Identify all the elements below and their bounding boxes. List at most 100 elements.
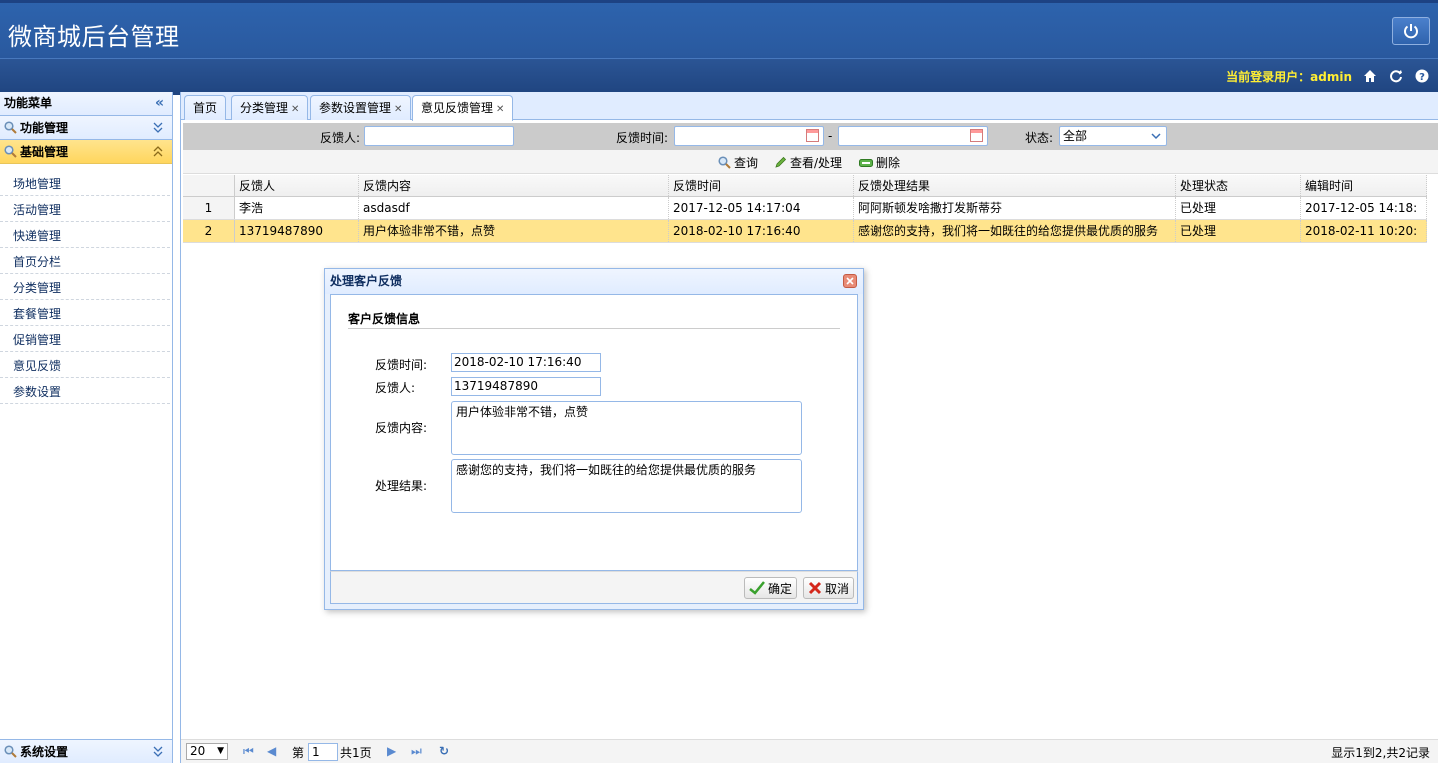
menu-item-promotion[interactable]: 促销管理 xyxy=(0,326,170,352)
refresh-icon[interactable] xyxy=(1388,68,1404,84)
basic-menu-list: 场地管理 活动管理 快递管理 首页分栏 分类管理 套餐管理 促销管理 意见反馈 … xyxy=(0,164,172,404)
app-title: 微商城后台管理 xyxy=(8,23,180,51)
tab-category[interactable]: 分类管理 ✕ xyxy=(231,95,309,120)
delete-button[interactable]: 删除 xyxy=(859,154,900,171)
page-size-value: 20 xyxy=(190,744,206,758)
column-header[interactable]: 反馈处理结果 xyxy=(854,175,1176,196)
cancel-label: 取消 xyxy=(825,581,850,596)
row-number: 1 xyxy=(183,197,235,219)
calendar-icon[interactable] xyxy=(806,129,819,142)
last-page-icon[interactable]: ⏭ xyxy=(411,744,422,759)
prev-page-icon[interactable]: ◀ xyxy=(267,744,276,758)
query-label: 查询 xyxy=(734,156,759,170)
dialog-title: 处理客户反馈 xyxy=(330,274,403,288)
field-label-content: 反馈内容: xyxy=(375,421,428,435)
dialog-title-bar[interactable]: 处理客户反馈 xyxy=(325,269,863,294)
status-label: 状态: xyxy=(1025,131,1054,145)
menu-item-feedback[interactable]: 意见反馈 xyxy=(0,352,170,378)
confirm-label: 确定 xyxy=(768,581,793,596)
menu-item-activity[interactable]: 活动管理 xyxy=(0,196,170,222)
menu-item-venue[interactable]: 场地管理 xyxy=(0,170,170,196)
tab-parameters[interactable]: 参数设置管理 ✕ xyxy=(310,95,412,120)
column-header[interactable]: 反馈人 xyxy=(235,175,359,196)
page-number-input[interactable]: 1 xyxy=(308,743,338,761)
sidebar: 功能菜单 « 功能管理 基础管理 场地管理 活动管理 快递管理 首页分栏 分类管… xyxy=(0,92,173,763)
view-process-button[interactable]: 查看/处理 xyxy=(774,154,842,171)
column-header[interactable]: 反馈内容 xyxy=(359,175,669,196)
time-end-input[interactable] xyxy=(838,126,988,146)
feedback-content-textarea[interactable]: 用户体验非常不错，点赞 xyxy=(451,401,802,455)
process-result-textarea[interactable]: 感谢您的支持，我们将一如既往的给您提供最优质的服务 xyxy=(451,459,802,513)
chevron-double-up-icon[interactable] xyxy=(152,144,164,158)
column-header[interactable]: 编辑时间 xyxy=(1301,175,1427,196)
caret-down-icon: ▼ xyxy=(217,746,224,756)
cell-time: 2017-12-05 14:17:04 xyxy=(669,197,854,219)
feedback-time-field[interactable]: 2018-02-10 17:16:40 xyxy=(451,353,601,372)
close-tab-icon[interactable]: ✕ xyxy=(291,104,299,115)
time-label: 反馈时间: xyxy=(616,131,669,145)
collapse-sidebar-icon[interactable]: « xyxy=(155,92,164,114)
accordion-label: 功能管理 xyxy=(20,121,69,135)
feedback-person-field[interactable]: 13719487890 xyxy=(451,377,601,396)
table-row[interactable]: 1 李浩 asdasdf 2017-12-05 14:17:04 阿阿斯顿发啥撒… xyxy=(183,197,1427,220)
cell-status: 已处理 xyxy=(1176,220,1301,242)
status-select-value: 全部 xyxy=(1063,129,1088,143)
column-header[interactable]: 反馈时间 xyxy=(669,175,854,196)
pencil-icon xyxy=(775,156,787,168)
close-tab-icon[interactable]: ✕ xyxy=(496,104,504,115)
section-title: 客户反馈信息 xyxy=(348,310,840,329)
accordion-function-manage[interactable]: 功能管理 xyxy=(0,116,172,140)
reload-icon[interactable]: ↻ xyxy=(439,744,449,758)
sidebar-title: 功能菜单 xyxy=(4,96,53,110)
chevron-double-down-icon[interactable] xyxy=(152,120,164,134)
menu-item-package[interactable]: 套餐管理 xyxy=(0,300,170,326)
help-icon[interactable]: ? xyxy=(1414,68,1430,84)
first-page-icon[interactable]: ⏮ xyxy=(243,744,254,759)
table-row-selected[interactable]: 2 13719487890 用户体验非常不错，点赞 2018-02-10 17:… xyxy=(183,220,1427,243)
cell-status: 已处理 xyxy=(1176,197,1301,219)
logout-button[interactable] xyxy=(1392,17,1430,45)
confirm-button[interactable]: 确定 xyxy=(744,577,798,599)
time-start-input[interactable] xyxy=(674,126,824,146)
page-total: 共1页 xyxy=(340,746,372,760)
tab-feedback[interactable]: 意见反馈管理 ✕ xyxy=(412,95,514,121)
person-search-input[interactable] xyxy=(364,126,514,146)
accordion-system-settings[interactable]: 系统设置 xyxy=(0,739,172,763)
cell-result: 阿阿斯顿发啥撒打发斯蒂芬 xyxy=(854,197,1176,219)
pagination-bar: 20 ▼ ⏮ ◀ 第 1 共1页 ▶ ⏭ ↻ 显示1到2,共2记录 xyxy=(181,739,1438,763)
close-tab-icon[interactable]: ✕ xyxy=(394,104,402,115)
tab-label: 分类管理 xyxy=(240,101,289,115)
chevron-down-icon xyxy=(1151,133,1161,140)
cell-content: 用户体验非常不错，点赞 xyxy=(359,220,669,242)
menu-item-category[interactable]: 分类管理 xyxy=(0,274,170,300)
accordion-label: 系统设置 xyxy=(20,745,69,759)
page-number-value: 1 xyxy=(312,745,320,759)
home-icon[interactable] xyxy=(1362,68,1378,84)
menu-item-express[interactable]: 快递管理 xyxy=(0,222,170,248)
close-icon xyxy=(846,277,854,285)
chevron-double-down-icon[interactable] xyxy=(152,744,164,758)
feedback-dialog: 处理客户反馈 客户反馈信息 反馈时间: 2018-02-10 17:16:40 … xyxy=(324,268,864,610)
menu-item-parameters[interactable]: 参数设置 xyxy=(0,378,170,404)
tab-home[interactable]: 首页 xyxy=(184,95,227,120)
menu-item-home-section[interactable]: 首页分栏 xyxy=(0,248,170,274)
action-toolbar: 查询 查看/处理 删除 xyxy=(183,150,1438,174)
row-number-header xyxy=(183,175,235,196)
cancel-icon xyxy=(808,581,822,595)
tab-label: 意见反馈管理 xyxy=(421,101,494,115)
page-size-select[interactable]: 20 ▼ xyxy=(186,743,228,760)
column-header[interactable]: 处理状态 xyxy=(1176,175,1301,196)
search-icon xyxy=(4,121,17,134)
accordion-label: 基础管理 xyxy=(20,145,69,159)
tab-label: 参数设置管理 xyxy=(319,101,392,115)
checkmark-icon xyxy=(749,581,765,595)
query-button[interactable]: 查询 xyxy=(718,154,758,171)
cell-edit-time: 2017-12-05 14:18: xyxy=(1301,197,1427,219)
cancel-button[interactable]: 取消 xyxy=(803,577,855,599)
status-select[interactable]: 全部 xyxy=(1059,126,1167,146)
accordion-basic-manage[interactable]: 基础管理 xyxy=(0,140,172,164)
table-header-row: 反馈人 反馈内容 反馈时间 反馈处理结果 处理状态 编辑时间 xyxy=(183,175,1427,197)
close-dialog-button[interactable] xyxy=(843,274,857,288)
calendar-icon[interactable] xyxy=(970,129,983,142)
next-page-icon[interactable]: ▶ xyxy=(387,744,396,758)
